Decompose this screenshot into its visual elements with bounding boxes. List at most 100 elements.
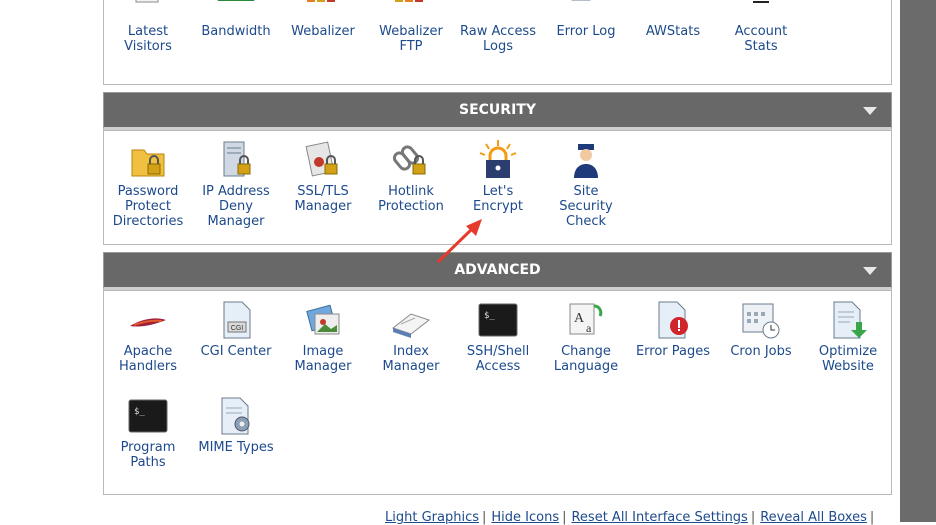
item-label: Logs (483, 39, 513, 54)
item-label: Deny (219, 199, 253, 214)
item-label: Cron Jobs (730, 344, 792, 359)
image-manager-icon[interactable] (301, 298, 345, 342)
item-label: Language (553, 359, 619, 374)
chevron-down-icon[interactable] (863, 267, 877, 275)
error-page-icon[interactable] (651, 298, 695, 342)
stats_items-item-webalizer-ftp[interactable]: Webalizer FTP (367, 0, 455, 54)
item-label: Website (822, 359, 874, 374)
right-scroll-gutter (900, 0, 936, 522)
security.items-item-chain-lock[interactable]: Hotlink Protection (367, 138, 455, 214)
stats_items-item-error-log[interactable]: Error Log (542, 0, 630, 39)
footer-link-light-graphics[interactable]: Light Graphics (385, 510, 479, 525)
item-label: Image (302, 344, 344, 359)
item-label: Webalizer (291, 24, 355, 39)
item-label: FTP (399, 39, 423, 54)
error-log-icon[interactable] (564, 0, 608, 22)
security.items-item-lets-encrypt[interactable]: Let's Encrypt (454, 138, 542, 214)
footer-separator: | (481, 510, 487, 525)
stats_items-item-bandwidth[interactable]: Bandwidth (192, 0, 280, 39)
advanced.items-item-index-book[interactable]: Index Manager (367, 298, 455, 374)
svg-text:$_: $_ (134, 407, 145, 417)
index-book-icon[interactable] (389, 298, 433, 342)
calendar-clock-icon[interactable] (739, 298, 783, 342)
stats_items-item-awstats[interactable]: AWStats (629, 0, 717, 39)
security.items-item-ssl-certificate[interactable]: SSL/TLS Manager (279, 138, 367, 214)
bandwidth-icon[interactable] (214, 0, 258, 22)
advanced-header[interactable]: ADVANCED (103, 252, 892, 290)
item-label: Protect (125, 199, 171, 214)
item-label: Paths (130, 455, 166, 470)
cgi-document-icon[interactable]: CGI (214, 298, 258, 342)
lets-encrypt-icon[interactable] (476, 138, 520, 182)
item-label: Bandwidth (201, 24, 271, 39)
item-label: Error Log (556, 24, 616, 39)
advanced.items-item-error-page[interactable]: Error Pages (629, 298, 717, 359)
footer-separator: | (750, 510, 756, 525)
item-label: IP Address (202, 184, 270, 199)
footer-link-reveal-all-boxes[interactable]: Reveal All Boxes (760, 510, 867, 525)
advanced.items-item-mime-document[interactable]: MIME Types (192, 394, 280, 455)
item-label: MIME Types (198, 440, 274, 455)
footer-link-reset-all-interface-settings[interactable]: Reset All Interface Settings (571, 510, 747, 525)
item-label: Directories (112, 214, 184, 229)
program-terminal-icon[interactable]: $_ (126, 394, 170, 438)
item-label: Latest (127, 24, 169, 39)
stats_items-item-account-stats[interactable]: Account Stats (717, 0, 805, 54)
account-stats-icon[interactable] (739, 0, 783, 22)
advanced.items-item-calendar-clock[interactable]: Cron Jobs (717, 298, 805, 359)
item-label: SSH/Shell (466, 344, 530, 359)
server-lock-icon[interactable] (214, 138, 258, 182)
item-label: Check (566, 214, 606, 229)
item-label: Manager (207, 214, 265, 229)
folder-lock-icon[interactable] (126, 138, 170, 182)
item-label: Program (120, 440, 176, 455)
item-label: Raw Access (460, 24, 536, 39)
terminal-icon[interactable]: $_ (476, 298, 520, 342)
footer-link-hide-icons[interactable]: Hide Icons (491, 510, 559, 525)
security-guard-icon[interactable] (564, 138, 608, 182)
chain-lock-icon[interactable] (389, 138, 433, 182)
advanced.items-item-image-manager[interactable]: Image Manager (279, 298, 367, 374)
security.items-item-folder-lock[interactable]: Password Protect Directories (104, 138, 192, 229)
advanced.items-item-language[interactable]: Aa Change Language (542, 298, 630, 374)
awstats-icon[interactable] (651, 0, 695, 22)
annotation-arrow-icon (436, 219, 482, 264)
advanced.items-item-cgi-document[interactable]: CGI CGI Center (192, 298, 280, 359)
chevron-down-icon[interactable] (863, 107, 877, 115)
webalizer-ftp-icon[interactable] (389, 0, 433, 22)
security-header[interactable]: SECURITY (103, 92, 892, 130)
item-label: Handlers (119, 359, 177, 374)
svg-text:a: a (586, 321, 592, 335)
stats_items-item-raw-access-logs[interactable]: Raw Access Logs (454, 0, 542, 54)
item-label: Security (559, 199, 613, 214)
item-label: Index (393, 344, 429, 359)
latest-visitors-icon[interactable] (126, 0, 170, 22)
security.items-item-server-lock[interactable]: IP Address Deny Manager (192, 138, 280, 229)
advanced.items-item-program-terminal[interactable]: $_ Program Paths (104, 394, 192, 470)
svg-text:CGI: CGI (231, 325, 244, 332)
item-label: AWStats (645, 24, 701, 39)
security-title: SECURITY (459, 102, 536, 118)
item-label: Site (573, 184, 599, 199)
item-label: Error Pages (635, 344, 711, 359)
item-label: Change (561, 344, 611, 359)
ssl-certificate-icon[interactable] (301, 138, 345, 182)
item-label: Apache (123, 344, 173, 359)
item-label: CGI Center (200, 344, 272, 359)
apache-feather-icon[interactable] (126, 298, 170, 342)
footer-links: Light Graphics | Hide Icons | Reset All Inte… (385, 510, 879, 525)
language-icon[interactable]: Aa (564, 298, 608, 342)
security.items-item-security-guard[interactable]: Site Security Check (542, 138, 630, 229)
advanced.items-item-apache-feather[interactable]: Apache Handlers (104, 298, 192, 374)
webalizer-icon[interactable] (301, 0, 345, 22)
stats_items-item-webalizer[interactable]: Webalizer (279, 0, 367, 39)
item-label: Hotlink (388, 184, 434, 199)
raw-access-logs-icon[interactable] (476, 0, 520, 22)
advanced.items-item-optimize-document[interactable]: Optimize Website (804, 298, 892, 374)
mime-document-icon[interactable] (214, 394, 258, 438)
stats_items-item-latest-visitors[interactable]: Latest Visitors (104, 0, 192, 54)
item-label: Visitors (124, 39, 172, 54)
advanced.items-item-terminal[interactable]: $_ SSH/Shell Access (454, 298, 542, 374)
optimize-document-icon[interactable] (826, 298, 870, 342)
footer-separator: | (562, 510, 567, 525)
